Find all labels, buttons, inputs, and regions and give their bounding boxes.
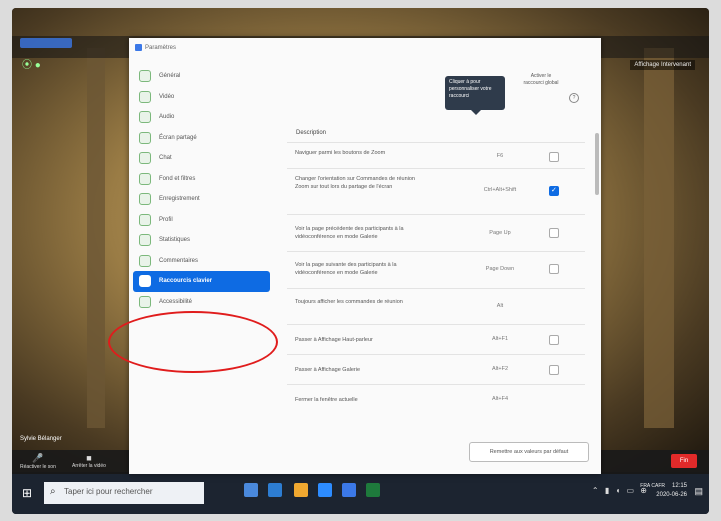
video-icon [139, 90, 151, 103]
global-checkbox[interactable] [549, 264, 559, 274]
table-row[interactable]: Naviguer parmi les boutons de Zoom F6 [287, 142, 585, 169]
taskbar-app-icon[interactable] [244, 483, 258, 497]
search-placeholder: Taper ici pour rechercher [64, 487, 153, 496]
shortcut-key[interactable]: Alt+F4 [465, 396, 535, 402]
customize-tooltip: Cliquer à pour personnaliser votre racco… [445, 76, 505, 115]
recording-icon [139, 193, 151, 206]
shortcut-key[interactable]: Page Up [465, 230, 535, 236]
search-icon: ⌕ [50, 486, 56, 497]
table-row[interactable]: Voir la page précédente des participants… [287, 214, 585, 252]
microphone-icon: 🎤 [32, 453, 44, 463]
excel-icon[interactable] [366, 483, 380, 497]
highlight-annotation-circle [108, 311, 278, 373]
video-beam-left [87, 48, 105, 428]
table-row[interactable]: Passer à Affichage Galerie Alt+F2 [287, 354, 585, 385]
sidebar-item-background[interactable]: Fond et filtres [129, 169, 274, 190]
audio-icon [139, 111, 151, 124]
global-checkbox[interactable] [549, 228, 559, 238]
shortcut-key[interactable]: Alt [465, 303, 535, 309]
sidebar-item-video[interactable]: Vidéo [129, 87, 274, 108]
sidebar-item-chat[interactable]: Chat [129, 148, 274, 169]
sidebar-item-profile[interactable]: Profil [129, 210, 274, 231]
file-explorer-icon[interactable] [294, 483, 308, 497]
participant-name: Sylvie Bélanger [20, 436, 62, 442]
start-video-button[interactable]: ■ Arrêter la vidéo [72, 453, 106, 469]
shortcut-key[interactable]: Alt+F1 [465, 336, 535, 342]
sidebar-item-accessibility[interactable]: Accessibilité [129, 292, 274, 313]
settings-title: Paramètres [135, 44, 176, 51]
chat-icon [139, 152, 151, 165]
settings-sidebar: Général Vidéo Audio Écran partagé Chat F… [129, 66, 274, 312]
help-icon[interactable]: ? [569, 93, 579, 103]
scrollbar[interactable] [595, 133, 599, 195]
windows-start-icon[interactable]: ⊞ [22, 486, 32, 500]
column-global-shortcut: Activer le raccourci global [523, 73, 559, 86]
sidebar-item-share-screen[interactable]: Écran partagé [129, 128, 274, 149]
shortcut-key[interactable]: F6 [465, 153, 535, 159]
shortcut-key[interactable]: Page Down [465, 266, 535, 272]
shortcut-key[interactable]: Alt+F2 [465, 366, 535, 372]
table-row[interactable]: Voir la page suivante des participants à… [287, 251, 585, 289]
teams-icon[interactable] [342, 483, 356, 497]
video-beam-right [644, 48, 674, 428]
zoom-logo [20, 38, 72, 48]
reset-defaults-button[interactable]: Remettre aux valeurs par défaut [469, 442, 589, 462]
statistics-icon [139, 234, 151, 247]
table-row[interactable]: Changer l'orientation sur Commandes de r… [287, 168, 585, 215]
keyboard-icon [139, 275, 151, 288]
edge-icon[interactable] [268, 483, 282, 497]
settings-window: Paramètres Général Vidéo Audio Écran par… [129, 38, 601, 474]
zoom-app-icon[interactable] [318, 483, 332, 497]
speaker-view-button[interactable]: Affichage Intervenant [630, 60, 695, 70]
zoom-settings-icon [135, 44, 142, 51]
profile-icon [139, 213, 151, 226]
notifications-icon[interactable]: ▤ [694, 486, 703, 497]
unmute-button[interactable]: 🎤 Réactiver le son [20, 453, 56, 470]
camera-icon: ■ [86, 453, 92, 463]
background-icon [139, 172, 151, 185]
global-checkbox[interactable] [549, 186, 559, 196]
sidebar-item-keyboard-shortcuts[interactable]: Raccourcis clavier [133, 271, 270, 292]
meeting-info-icon[interactable]: ⦿ ● [22, 56, 41, 71]
table-row[interactable]: Passer à Affichage Haut-parleur Alt+F1 [287, 324, 585, 355]
clock[interactable]: 12:15 2020-06-26 [656, 482, 687, 500]
feedback-icon [139, 254, 151, 267]
column-description: Description [296, 130, 327, 136]
sidebar-item-feedback[interactable]: Commentaires [129, 251, 274, 272]
general-icon [139, 70, 151, 83]
sidebar-item-audio[interactable]: Audio [129, 107, 274, 128]
sidebar-item-statistics[interactable]: Statistiques [129, 230, 274, 251]
accessibility-icon [139, 295, 151, 308]
screen-frame: ⦿ ● Affichage Intervenant Sylvie Bélange… [12, 8, 709, 514]
table-row[interactable]: Fermer la fenêtre actuelle Alt+F4 [287, 384, 585, 415]
sidebar-item-recording[interactable]: Enregistrement [129, 189, 274, 210]
share-screen-icon [139, 131, 151, 144]
sidebar-item-general[interactable]: Général [129, 66, 274, 87]
global-checkbox[interactable] [549, 365, 559, 375]
table-row[interactable]: Toujours afficher les commandes de réuni… [287, 288, 585, 325]
global-checkbox[interactable] [549, 152, 559, 162]
end-meeting-button[interactable]: Fin [671, 454, 697, 468]
shortcut-key[interactable]: Ctrl+Alt+Shift [465, 187, 535, 193]
global-checkbox[interactable] [549, 335, 559, 345]
